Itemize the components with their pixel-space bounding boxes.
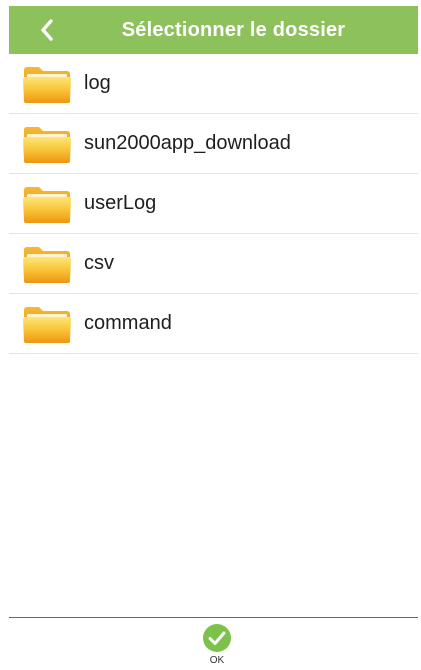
- folder-list: log sun2000app_download userLog csv comm…: [9, 54, 418, 354]
- folder-item-log[interactable]: log: [9, 54, 418, 114]
- app-bar: Sélectionner le dossier: [9, 6, 418, 54]
- folder-item-userlog[interactable]: userLog: [9, 174, 418, 234]
- folder-item-sun2000app-download[interactable]: sun2000app_download: [9, 114, 418, 174]
- folder-item-csv[interactable]: csv: [9, 234, 418, 294]
- back-button[interactable]: [27, 6, 67, 54]
- ok-button[interactable]: OK: [192, 620, 240, 668]
- folder-icon: [23, 184, 71, 224]
- folder-icon: [23, 304, 71, 344]
- footer-divider: [9, 617, 418, 618]
- folder-icon: [23, 244, 71, 284]
- ok-label: OK: [209, 655, 225, 666]
- folder-name: command: [84, 312, 172, 334]
- chevron-left-icon: [41, 19, 53, 41]
- folder-name: log: [84, 72, 111, 94]
- folder-icon: [23, 124, 71, 164]
- folder-item-command[interactable]: command: [9, 294, 418, 354]
- folder-name: userLog: [84, 192, 157, 214]
- check-circle-icon: [202, 623, 232, 653]
- folder-icon: [23, 64, 71, 104]
- folder-name: sun2000app_download: [84, 132, 291, 154]
- page-title: Sélectionner le dossier: [121, 19, 346, 41]
- folder-name: csv: [84, 252, 114, 274]
